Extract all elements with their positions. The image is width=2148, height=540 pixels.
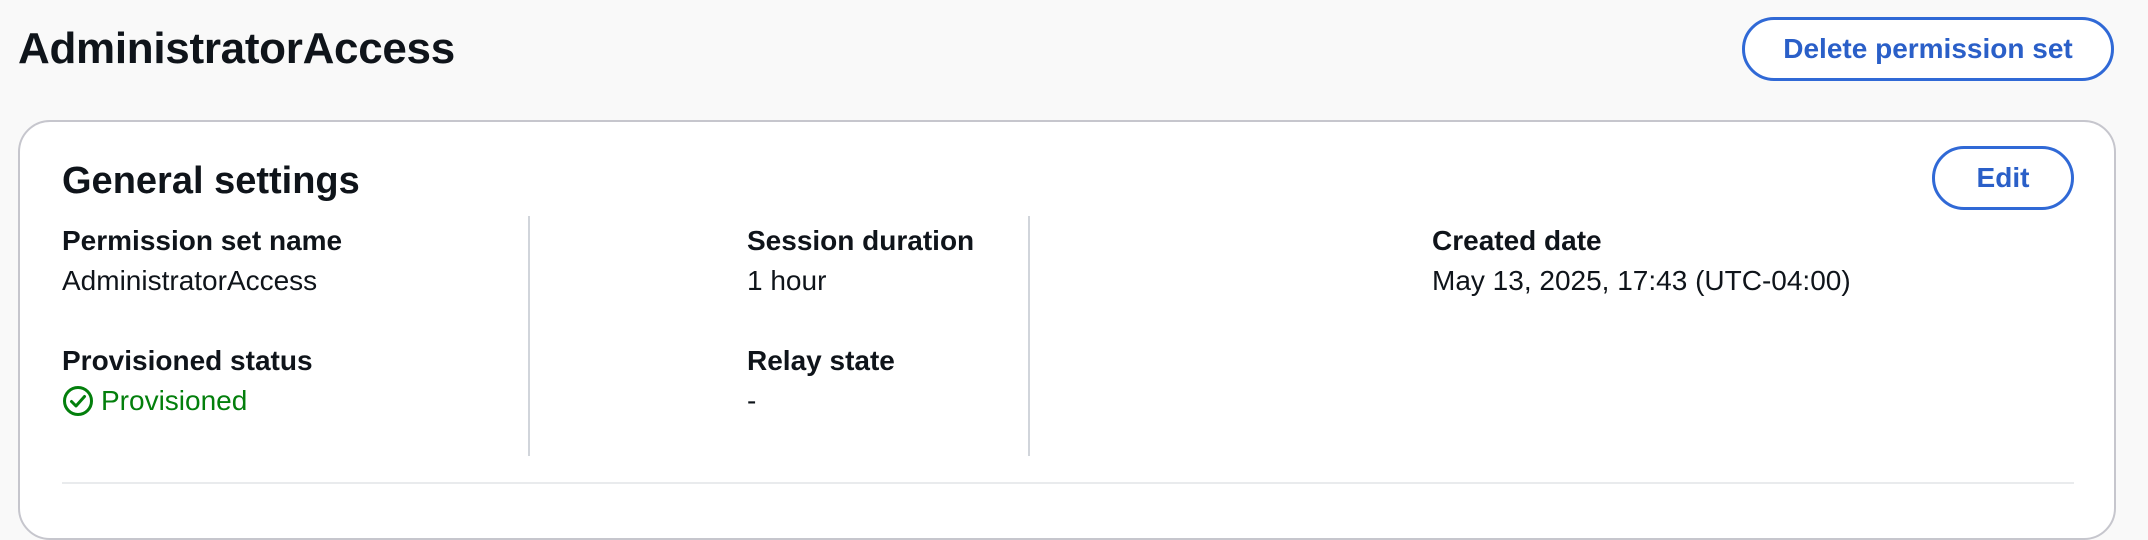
- general-settings-card: General settings Permission set name Adm…: [18, 120, 2116, 540]
- created-date-value: May 13, 2025, 17:43 (UTC-04:00): [1432, 265, 1851, 296]
- provisioned-status-value: Provisioned: [62, 384, 247, 418]
- relay-state-value: -: [747, 385, 757, 416]
- page-header: AdministratorAccess Delete permission se…: [0, 0, 2148, 112]
- delete-permission-set-button[interactable]: Delete permission set: [1742, 17, 2114, 81]
- section-divider: [62, 482, 2074, 484]
- relay-state-label: Relay state: [747, 345, 895, 376]
- column-divider: [1028, 216, 1030, 456]
- created-date-label: Created date: [1432, 225, 1602, 256]
- session-duration-label: Session duration: [747, 225, 975, 256]
- permission-set-name-label: Permission set name: [62, 225, 343, 256]
- provisioned-status-label: Provisioned status: [62, 345, 313, 376]
- provisioned-status-text: Provisioned: [101, 385, 248, 416]
- permission-set-name-value: AdministratorAccess: [62, 265, 318, 296]
- column-divider: [528, 216, 530, 456]
- card-title: General settings: [62, 160, 360, 202]
- session-duration-value: 1 hour: [747, 265, 827, 296]
- page-title: AdministratorAccess: [18, 24, 455, 73]
- check-circle-icon: [62, 385, 94, 417]
- edit-button[interactable]: Edit: [1932, 146, 2074, 210]
